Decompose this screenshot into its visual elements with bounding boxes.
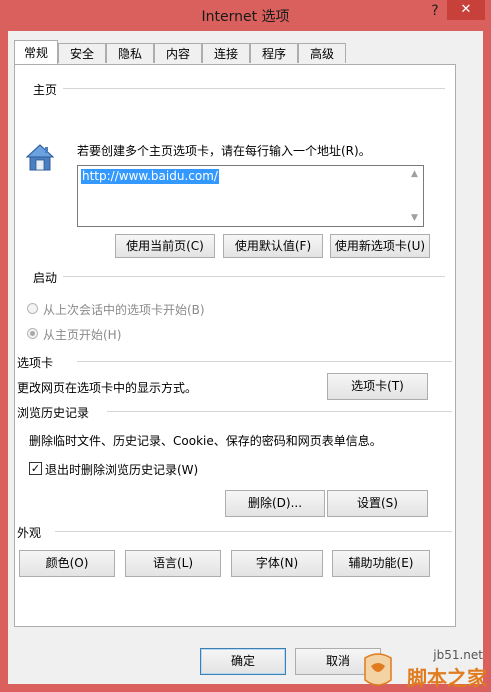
history-settings-button[interactable]: 设置(S) — [327, 490, 428, 517]
delete-history-on-exit-label: 退出时删除浏览历史记录(W) — [45, 463, 199, 477]
tab-content[interactable]: 内容 — [154, 43, 202, 63]
use-new-tab-button[interactable]: 使用新选项卡(U) — [330, 234, 430, 258]
ok-button[interactable]: 确定 — [200, 648, 286, 675]
dialog-client-area: 常规 安全 隐私 内容 连接 程序 高级 主页 若要创建多个主页选项卡，请在每行… — [8, 31, 483, 684]
home-page-icon — [25, 144, 55, 171]
close-button[interactable]: ✕ — [447, 0, 485, 20]
delete-history-on-exit-checkbox[interactable]: ✓ — [29, 462, 42, 475]
title-bar[interactable]: Internet 选项 ? ✕ — [0, 0, 491, 31]
home-section-label: 主页 — [33, 83, 58, 97]
scroll-up-icon[interactable]: ▲ — [407, 167, 422, 181]
internet-options-window: Internet 选项 ? ✕ 常规 安全 隐私 内容 连接 程序 高级 主页 … — [0, 0, 491, 692]
colors-button[interactable]: 颜色(O) — [19, 550, 115, 577]
window-title: Internet 选项 — [201, 9, 290, 25]
tab-security[interactable]: 安全 — [58, 43, 106, 63]
history-description: 删除临时文件、历史记录、Cookie、保存的密码和网页表单信息。 — [29, 434, 382, 448]
tab-connections[interactable]: 连接 — [202, 43, 250, 63]
radio-home-page[interactable] — [27, 328, 38, 339]
use-default-button[interactable]: 使用默认值(F) — [223, 234, 323, 258]
watermark-url: jb51.net — [433, 648, 483, 662]
history-divider — [107, 411, 452, 412]
use-current-button[interactable]: 使用当前页(C) — [115, 234, 215, 258]
tab-general[interactable]: 常规 — [14, 40, 58, 64]
radio-home-page-label: 从主页开始(H) — [43, 328, 122, 342]
home-page-url-text: http://www.baidu.com/ — [81, 169, 219, 184]
history-section-label: 浏览历史记录 — [17, 406, 90, 420]
delete-history-button[interactable]: 删除(D)... — [225, 490, 325, 517]
tabs-divider — [77, 361, 452, 362]
appearance-divider — [55, 531, 452, 532]
site-watermark: jb51.net 脚本之家 — [351, 644, 491, 692]
accessibility-button[interactable]: 辅助功能(E) — [332, 550, 430, 577]
languages-button[interactable]: 语言(L) — [125, 550, 221, 577]
fonts-button[interactable]: 字体(N) — [231, 550, 323, 577]
home-page-url-textarea[interactable]: http://www.baidu.com/ ▲ ▼ — [77, 165, 424, 227]
textarea-scrollbar[interactable]: ▲ ▼ — [407, 167, 422, 225]
radio-last-session[interactable] — [27, 303, 38, 314]
startup-divider — [63, 276, 445, 277]
watermark-logo-icon — [364, 653, 392, 686]
tab-programs[interactable]: 程序 — [250, 43, 298, 63]
scroll-down-icon[interactable]: ▼ — [407, 211, 422, 225]
tabs-section-label: 选项卡 — [17, 356, 54, 370]
home-divider — [63, 88, 445, 89]
startup-section-label: 启动 — [33, 271, 58, 285]
tab-privacy[interactable]: 隐私 — [106, 43, 154, 63]
tabs-settings-button[interactable]: 选项卡(T) — [327, 373, 428, 400]
general-tab-panel: 主页 若要创建多个主页选项卡，请在每行输入一个地址(R)。 http://www… — [14, 64, 456, 627]
radio-selected-dot — [30, 331, 35, 336]
appearance-section-label: 外观 — [17, 526, 42, 540]
watermark-site-name: 脚本之家 — [407, 666, 487, 690]
tabs-description: 更改网页在选项卡中的显示方式。 — [17, 381, 198, 395]
help-button[interactable]: ? — [423, 0, 447, 22]
radio-last-session-label: 从上次会话中的选项卡开始(B) — [43, 303, 205, 317]
home-hint-text: 若要创建多个主页选项卡，请在每行输入一个地址(R)。 — [77, 144, 371, 158]
tab-advanced[interactable]: 高级 — [298, 43, 346, 63]
